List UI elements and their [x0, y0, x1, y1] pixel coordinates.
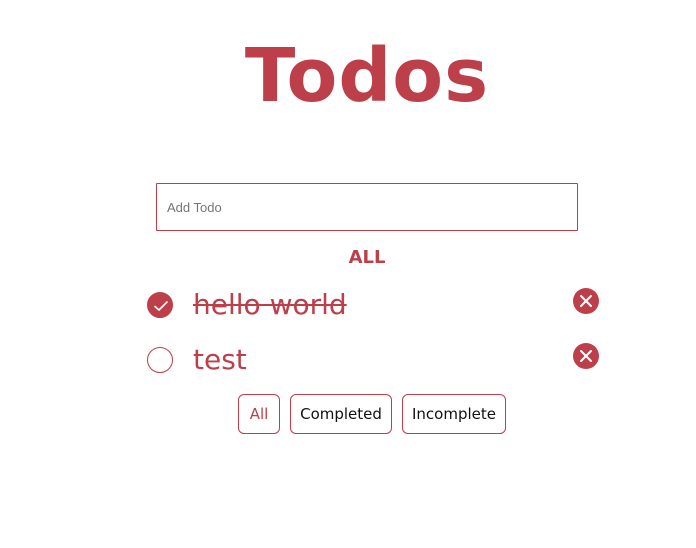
close-icon: [580, 350, 592, 362]
todo-item: hello world: [147, 285, 602, 325]
todo-complete-toggle[interactable]: [147, 292, 173, 318]
filter-all-button[interactable]: All: [238, 394, 280, 434]
todo-text: test: [193, 343, 247, 376]
todo-item: test: [147, 340, 602, 380]
todo-app: Todos ALL hello world test All Comple: [0, 0, 696, 548]
todo-complete-toggle[interactable]: [147, 347, 173, 373]
add-todo-input[interactable]: [156, 183, 578, 231]
page-title: Todos: [244, 33, 490, 119]
todo-text: hello world: [193, 288, 347, 321]
current-filter-label: ALL: [348, 247, 386, 268]
checkmark-icon: [154, 301, 168, 311]
filter-incomplete-button[interactable]: Incomplete: [402, 394, 506, 434]
remove-todo-button[interactable]: [573, 288, 599, 314]
filter-completed-button[interactable]: Completed: [290, 394, 392, 434]
close-icon: [580, 295, 592, 307]
remove-todo-button[interactable]: [573, 343, 599, 369]
